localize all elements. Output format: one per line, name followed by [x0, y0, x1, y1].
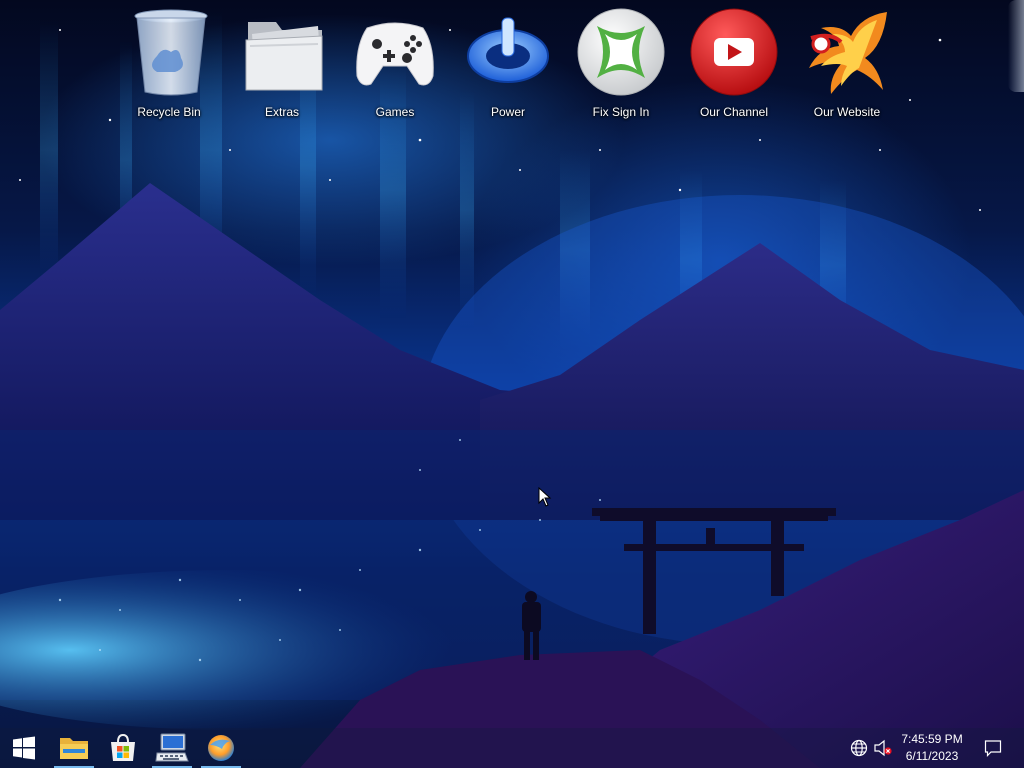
volume-muted-icon [874, 739, 892, 757]
browser-icon [208, 735, 234, 761]
xbox-icon [577, 8, 665, 96]
gamepad-icon [356, 22, 434, 86]
desktop-icon-label: Games [375, 105, 415, 119]
desktop-icon-games[interactable]: Games [345, 6, 445, 124]
globe-icon [850, 739, 868, 757]
desktop-icon-extras[interactable]: Extras [232, 6, 332, 124]
computer-keyboard-icon [155, 733, 189, 762]
folder-icon [245, 22, 323, 91]
desktop-icon-label: Extras [264, 105, 299, 119]
action-center-icon [984, 740, 1002, 757]
clock-date: 6/11/2023 [905, 749, 959, 763]
side-panel-edge[interactable] [1008, 0, 1024, 92]
taskbar-store[interactable] [101, 728, 145, 768]
desktop-icon-our-website[interactable]: Our Website [797, 6, 897, 124]
desktop-icon-fix-sign-in[interactable]: Fix Sign In [571, 6, 671, 124]
desktop-icon-label: Fix Sign In [592, 105, 650, 119]
taskbar-file-explorer[interactable] [52, 728, 96, 768]
windows-logo-icon [13, 736, 35, 760]
taskbar-clock[interactable]: 7:45:59 PM 6/11/2023 [894, 728, 970, 768]
desktop-icon-recycle-bin[interactable]: Recycle Bin [119, 6, 219, 124]
file-explorer-icon [60, 738, 88, 759]
desktop-icon-label: Power [490, 105, 525, 119]
tray-network[interactable] [848, 728, 870, 768]
taskbar: 7:45:59 PM 6/11/2023 [0, 728, 1024, 768]
desktop-icon-our-channel[interactable]: Our Channel [684, 6, 784, 124]
phoenix-logo-icon [809, 12, 887, 94]
action-center-button[interactable] [976, 728, 1010, 768]
taskbar-on-screen-keyboard[interactable] [150, 728, 194, 768]
tray-volume[interactable] [872, 728, 894, 768]
youtube-icon [690, 8, 778, 96]
power-icon [467, 17, 549, 83]
desktop-icon-label: Our Channel [699, 105, 769, 119]
start-button[interactable] [0, 728, 48, 768]
desktop-icon-label: Our Website [813, 105, 881, 119]
clock-time: 7:45:59 PM [901, 732, 963, 746]
desktop-icon-label: Recycle Bin [137, 105, 201, 119]
taskbar-browser[interactable] [199, 728, 243, 768]
mouse-cursor-icon [538, 487, 552, 507]
store-icon [111, 734, 135, 761]
recycle-bin-icon [134, 9, 208, 96]
desktop-icon-area: Recycle Bin Extras Games Power Fix Sign … [0, 0, 1024, 130]
desktop-icon-power[interactable]: Power [458, 6, 558, 124]
desktop[interactable]: Recycle Bin Extras Games Power Fix Sign … [0, 0, 1024, 768]
